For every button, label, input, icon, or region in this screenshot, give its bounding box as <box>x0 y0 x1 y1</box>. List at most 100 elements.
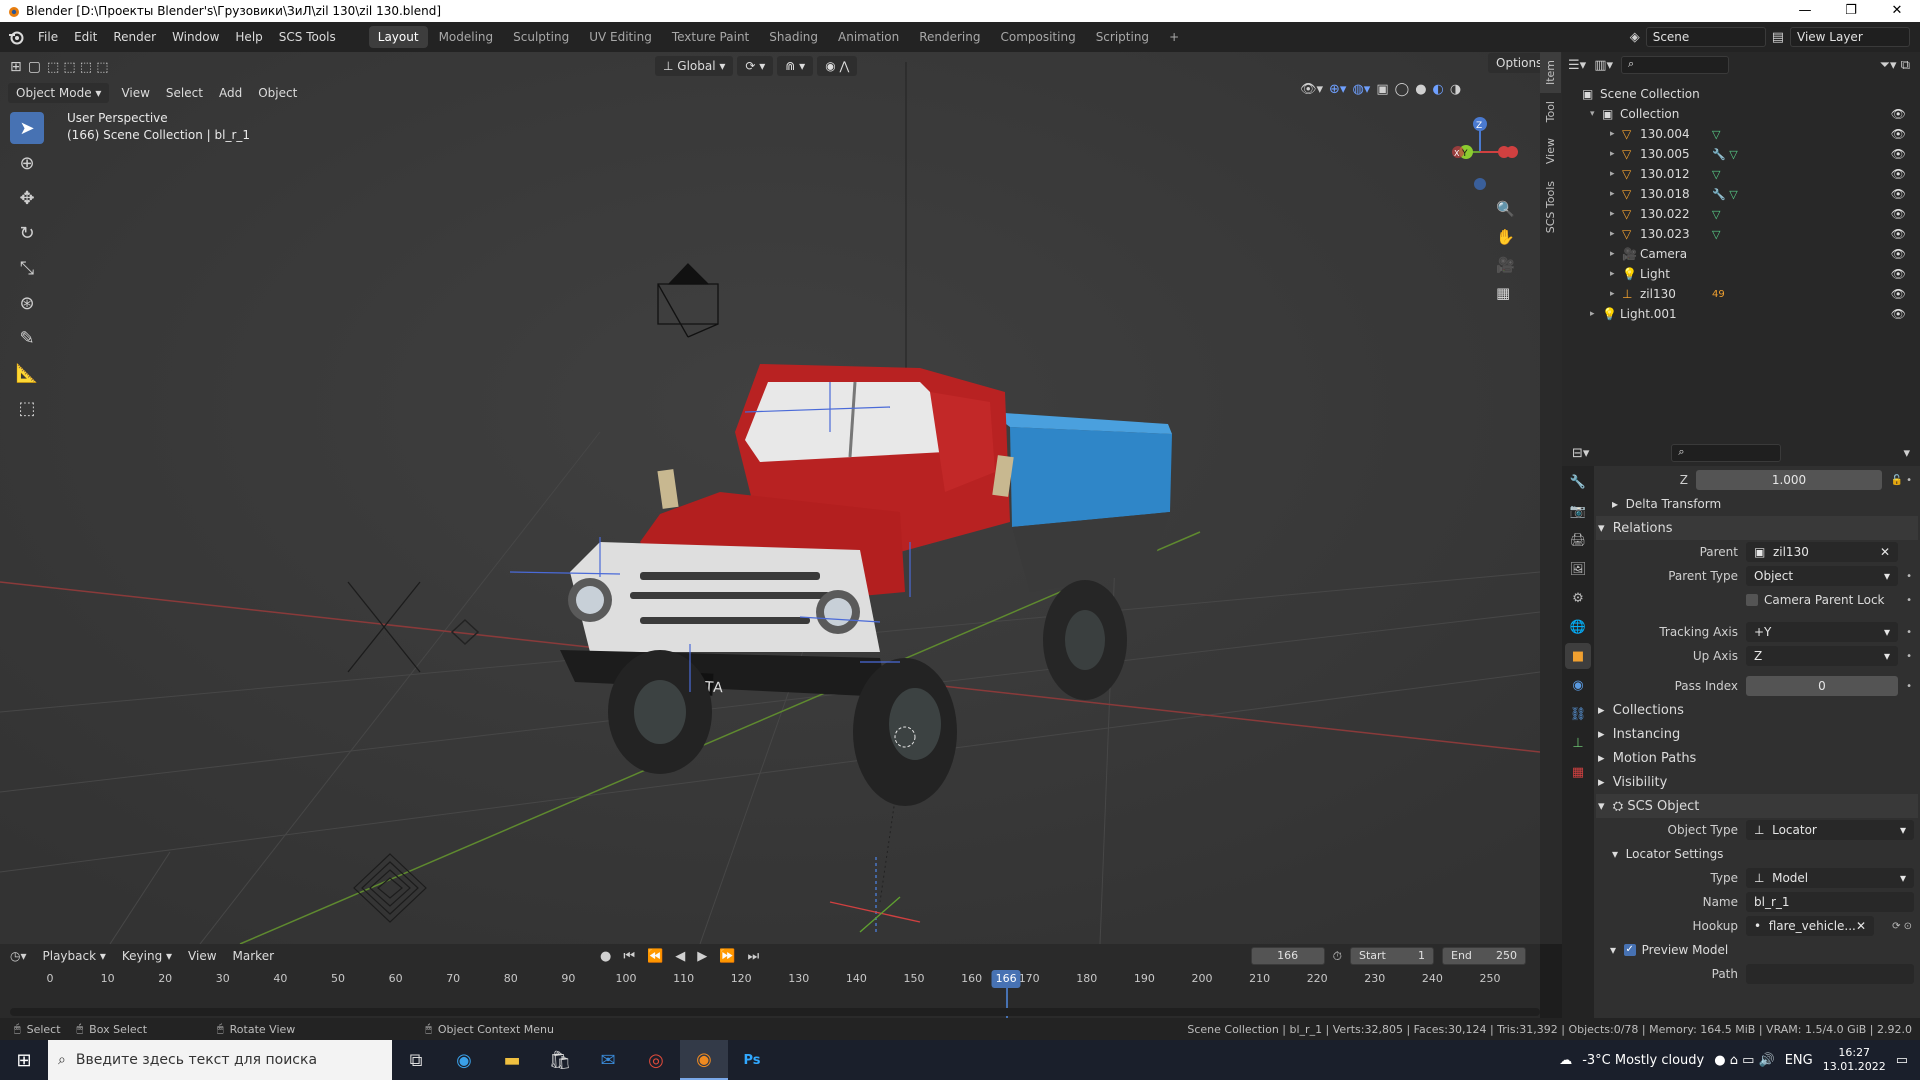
move-tool-icon[interactable]: ✥ <box>10 182 44 214</box>
physics-properties-icon[interactable]: ◉ <box>1565 672 1591 698</box>
clock-icon[interactable]: ⏱ <box>1333 949 1342 964</box>
outliner-row[interactable]: ▣ Scene Collection <box>1562 84 1920 104</box>
tab-view[interactable]: View <box>1540 130 1561 172</box>
blender-menu-icon[interactable] <box>8 29 24 45</box>
tab-sculpting[interactable]: Sculpting <box>504 26 578 48</box>
visibility-eye-icon[interactable]: 👁 <box>1891 247 1906 261</box>
blender-taskbar-icon[interactable]: ◉ <box>680 1040 728 1080</box>
edge-browser-icon[interactable]: ◉ <box>440 1040 488 1080</box>
viewport-menu-view[interactable]: View <box>113 82 157 104</box>
instancing-panel[interactable]: ▸ Instancing <box>1596 722 1918 746</box>
mesh-data-icon[interactable]: 🔧 ▽ <box>1712 188 1738 201</box>
texture-properties-icon[interactable]: ▦ <box>1565 759 1591 785</box>
language-indicator[interactable]: ENG <box>1785 1053 1813 1068</box>
xray-icon[interactable]: ▣ <box>1376 82 1388 97</box>
expand-arrow-icon[interactable]: ▸ <box>1610 149 1622 159</box>
select-tool-icon[interactable]: ➤ <box>10 112 44 144</box>
annotate-tool-icon[interactable]: ✎ <box>10 322 44 354</box>
visibility-panel[interactable]: ▸ Visibility <box>1596 770 1918 794</box>
visibility-eye-icon[interactable]: 👁 <box>1891 127 1906 141</box>
expand-arrow-icon[interactable]: ▸ <box>1610 289 1622 299</box>
options-button[interactable]: Options <box>1488 53 1540 73</box>
taskbar-search-input[interactable]: ⌕ Введите здесь текст для поиска <box>48 1040 392 1080</box>
outliner-row[interactable]: ▸ ⊥ zil130 49 👁 <box>1562 284 1920 304</box>
relations-panel[interactable]: ▾ Relations <box>1596 516 1918 540</box>
chrome-icon[interactable]: ◎ <box>632 1040 680 1080</box>
menu-file[interactable]: File <box>30 22 66 52</box>
tool-properties-icon[interactable]: 🔧 <box>1565 469 1591 495</box>
tab-tool[interactable]: Tool <box>1540 93 1561 130</box>
expand-arrow-icon[interactable]: ▸ <box>1610 229 1622 239</box>
overlay-toggle-icon[interactable]: ◍▾ <box>1352 82 1370 97</box>
tab-scs-tools[interactable]: SCS Tools <box>1540 173 1561 241</box>
tab-texture-paint[interactable]: Texture Paint <box>663 26 758 48</box>
rotate-tool-icon[interactable]: ↻ <box>10 217 44 249</box>
tab-rendering[interactable]: Rendering <box>910 26 989 48</box>
mode-selector[interactable]: Object Mode ▾ <box>8 83 110 103</box>
timeline-menu-view[interactable]: View <box>180 944 224 968</box>
view-layer-field[interactable]: View Layer <box>1790 27 1910 47</box>
pivot-point-icon[interactable]: ⟳ ▾ <box>737 56 774 76</box>
tab-shading[interactable]: Shading <box>760 26 827 48</box>
tab-modeling[interactable]: Modeling <box>430 26 503 48</box>
ortho-grid-icon[interactable]: ▦ <box>1496 284 1515 302</box>
frame-ruler[interactable]: 0 10 20 30 40 50 60 70 80 90 100 110 120 130 140 150 160… <box>0 968 1540 1028</box>
outliner-row[interactable]: ▸ ▽ 130.022 ▽ 👁 <box>1562 204 1920 224</box>
expand-arrow-icon[interactable]: ▸ <box>1610 129 1622 139</box>
menu-render[interactable]: Render <box>105 22 164 52</box>
gizmo-toggle-icon[interactable]: ⊕▾ <box>1329 82 1346 97</box>
visibility-eye-icon[interactable]: 👁 <box>1891 287 1906 301</box>
expand-arrow-icon[interactable]: ▸ <box>1610 189 1622 199</box>
file-explorer-icon[interactable]: ▬ <box>488 1040 536 1080</box>
notification-icon[interactable]: ▭ <box>1896 1053 1908 1068</box>
locator-type-select[interactable]: ⊥ Model ▾ <box>1746 868 1914 888</box>
expand-arrow-icon[interactable]: ▸ <box>1610 169 1622 179</box>
menu-scs-tools[interactable]: SCS Tools <box>271 22 344 52</box>
tracking-axis-select[interactable]: +Y ▾ <box>1746 622 1898 642</box>
camera-view-icon[interactable]: 🎥 <box>1496 256 1515 274</box>
properties-options-icon[interactable]: ▾ <box>1903 446 1910 461</box>
viewport-menu-add[interactable]: Add <box>211 82 250 104</box>
jump-end-icon[interactable]: ⏭ <box>747 949 759 964</box>
outliner-editor-icon[interactable]: ☰▾ <box>1568 58 1586 73</box>
tab-layout[interactable]: Layout <box>368 26 428 48</box>
visibility-icon[interactable]: 👁▾ <box>1300 82 1323 97</box>
tab-item[interactable]: Item <box>1540 52 1561 94</box>
visibility-eye-icon[interactable]: 👁 <box>1891 107 1906 121</box>
orientation-selector[interactable]: ⊥ Global ▾ <box>655 56 734 76</box>
view-layer-properties-icon[interactable]: 🖼 <box>1565 556 1591 582</box>
outliner-row[interactable]: ▸ ▽ 130.023 ▽ 👁 <box>1562 224 1920 244</box>
playhead[interactable]: 166 <box>991 970 1021 988</box>
outliner-row[interactable]: ▸ 💡 Light 👁 <box>1562 264 1920 284</box>
timeline-menu-keying[interactable]: Keying ▾ <box>114 944 180 968</box>
timeline-menu-playback[interactable]: Playback ▾ <box>35 944 114 968</box>
clock[interactable]: 16:27 13.01.2022 <box>1823 1046 1886 1074</box>
tab-scripting[interactable]: Scripting <box>1087 26 1158 48</box>
mesh-data-icon[interactable]: ▽ <box>1712 228 1720 241</box>
visibility-eye-icon[interactable]: 👁 <box>1891 167 1906 181</box>
zoom-icon[interactable]: 🔍 <box>1496 200 1515 218</box>
viewport-menu-select[interactable]: Select <box>158 82 211 104</box>
tray-app-icons[interactable]: ● ⌂ ▭ 🔊 <box>1714 1053 1774 1068</box>
mesh-data-icon[interactable]: ▽ <box>1712 128 1720 141</box>
timeline-editor-icon[interactable]: ◷▾ <box>10 949 27 963</box>
tab-animation[interactable]: Animation <box>829 26 908 48</box>
close-button[interactable]: ✕ <box>1874 0 1920 22</box>
z-scale-field[interactable]: 1.000 <box>1696 470 1882 490</box>
delta-transform-panel[interactable]: ▸ Delta Transform <box>1596 492 1918 516</box>
material-shading-icon[interactable]: ◐ <box>1433 82 1444 97</box>
outliner-row[interactable]: ▸ 💡 Light.001 👁 <box>1562 304 1920 324</box>
parent-type-select[interactable]: Object ▾ <box>1746 566 1898 586</box>
timeline-scrollbar[interactable] <box>10 1008 1540 1016</box>
windows-start-icon[interactable]: ⊞ <box>0 1040 48 1080</box>
visibility-eye-icon[interactable]: 👁 <box>1891 147 1906 161</box>
object-type-select[interactable]: ⊥ Locator ▾ <box>1746 820 1914 840</box>
next-keyframe-icon[interactable]: ⏩ <box>719 949 735 964</box>
world-properties-icon[interactable]: 🌐 <box>1565 614 1591 640</box>
transform-tool-icon[interactable]: ⊛ <box>10 287 44 319</box>
play-reverse-icon[interactable]: ◀ <box>675 949 685 964</box>
mesh-data-icon[interactable]: 🔧 ▽ <box>1712 148 1738 161</box>
hookup-refresh-icon[interactable]: ⟳ ⊙ <box>1892 921 1912 932</box>
pan-hand-icon[interactable]: ✋ <box>1496 228 1515 246</box>
object-properties-icon[interactable]: ■ <box>1565 643 1591 669</box>
